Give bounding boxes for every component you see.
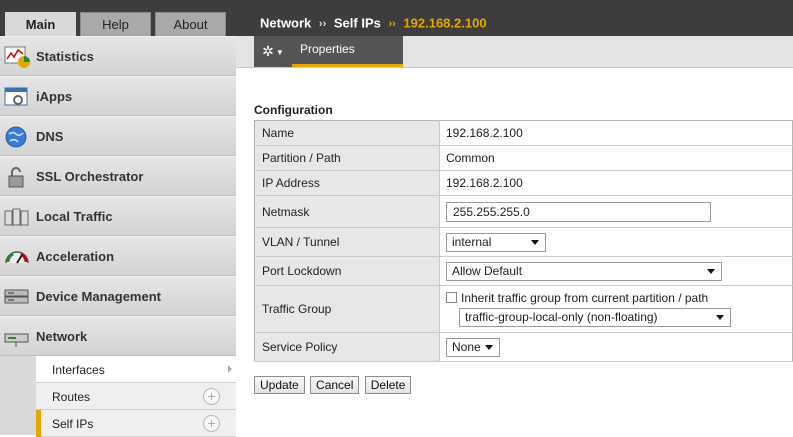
device-icon xyxy=(4,285,30,309)
page-toolbar: ✲ ▼ Properties xyxy=(236,36,793,68)
field-label: Service Policy xyxy=(254,332,440,362)
nav-item-dns[interactable]: DNS xyxy=(0,116,236,156)
row-vlan: VLAN / Tunnel internal xyxy=(254,227,793,257)
nav-label: Local Traffic xyxy=(36,209,113,224)
nav-label: SSL Orchestrator xyxy=(36,169,144,184)
sub-item-label: Self IPs xyxy=(52,417,94,431)
sub-item-self-ips[interactable]: Self IPs + xyxy=(36,410,236,437)
gear-icon: ✲ xyxy=(262,43,274,59)
field-value: Common xyxy=(439,145,793,171)
add-circle-icon[interactable]: + xyxy=(203,415,220,432)
nav-item-ssl-orchestrator[interactable]: SSL Orchestrator xyxy=(0,156,236,196)
field-value: 192.168.2.100 xyxy=(439,120,793,146)
vlan-select-value: internal xyxy=(452,234,492,249)
row-port-lockdown: Port Lockdown Allow Default xyxy=(254,256,793,286)
service-policy-cell: None xyxy=(439,332,793,362)
sub-item-interfaces[interactable]: Interfaces xyxy=(36,356,236,383)
section-title: Configuration xyxy=(254,103,333,117)
field-label: IP Address xyxy=(254,170,440,196)
statistics-chart-icon xyxy=(4,45,30,69)
nav-item-iapps[interactable]: iApps xyxy=(0,76,236,116)
cancel-button[interactable]: Cancel xyxy=(310,376,360,394)
field-label: Netmask xyxy=(254,195,440,228)
row-service-policy: Service Policy None xyxy=(254,332,793,362)
add-circle-icon[interactable]: + xyxy=(203,388,220,405)
nav-label: DNS xyxy=(36,129,64,144)
breadcrumb-self-ips[interactable]: Self IPs xyxy=(334,16,381,31)
nav-label: Acceleration xyxy=(36,249,115,264)
nav-item-acceleration[interactable]: Acceleration xyxy=(0,236,236,276)
traffic-group-value: traffic-group-local-only (non-floating) xyxy=(465,310,658,324)
padlock-icon xyxy=(4,165,30,189)
breadcrumb: Network ›› Self IPs ›› 192.168.2.100 xyxy=(236,0,793,36)
dropdown-arrow-icon xyxy=(716,315,724,320)
dropdown-arrow-icon xyxy=(485,344,493,350)
row-ip-address: IP Address 192.168.2.100 xyxy=(254,170,793,196)
network-switch-icon xyxy=(4,325,30,349)
row-name: Name 192.168.2.100 xyxy=(254,120,793,146)
left-navigation-panel: Main Help About Statistics iApps DNS SSL… xyxy=(0,0,236,437)
tab-about[interactable]: About xyxy=(155,12,226,36)
service-policy-select[interactable]: None xyxy=(446,337,500,357)
row-netmask: Netmask 255.255.255.0 xyxy=(254,195,793,228)
vlan-select[interactable]: internal xyxy=(446,232,546,252)
breadcrumb-network[interactable]: Network xyxy=(260,16,311,31)
row-traffic-group: Traffic Group Inherit traffic group from… xyxy=(254,285,793,333)
chevron-right-icon xyxy=(228,365,232,373)
port-lockdown-value: Allow Default xyxy=(452,263,523,278)
port-lockdown-select[interactable]: Allow Default xyxy=(446,261,722,281)
traffic-group-cell: Inherit traffic group from current parti… xyxy=(439,285,793,333)
iapps-icon xyxy=(4,85,30,109)
nav-label: Device Management xyxy=(36,289,161,304)
sub-item-routes[interactable]: Routes + xyxy=(36,383,236,410)
port-lockdown-cell: Allow Default xyxy=(439,256,793,286)
chevron-down-icon: ▼ xyxy=(275,47,284,57)
netmask-cell: 255.255.255.0 xyxy=(439,195,793,228)
breadcrumb-separator: ›› xyxy=(318,17,327,30)
delete-button[interactable]: Delete xyxy=(364,376,412,394)
dropdown-arrow-icon xyxy=(531,239,539,245)
field-label: Name xyxy=(254,120,440,146)
dropdown-arrow-icon xyxy=(707,268,715,274)
nav-label: Network xyxy=(36,329,88,344)
inherit-row: Inherit traffic group from current parti… xyxy=(446,291,792,305)
field-label: VLAN / Tunnel xyxy=(254,227,440,257)
inherit-checkbox[interactable] xyxy=(446,292,457,303)
selected-indicator xyxy=(36,410,41,437)
tab-main[interactable]: Main xyxy=(5,12,76,36)
top-tabs: Main Help About xyxy=(0,0,236,36)
service-policy-value: None xyxy=(452,339,481,354)
update-button[interactable]: Update xyxy=(254,376,305,394)
field-value: 192.168.2.100 xyxy=(439,170,793,196)
tab-help[interactable]: Help xyxy=(80,12,151,36)
field-label: Port Lockdown xyxy=(254,256,440,286)
nav-label: Statistics xyxy=(36,49,94,64)
tab-properties[interactable]: Properties xyxy=(292,36,403,67)
row-partition: Partition / Path Common xyxy=(254,145,793,171)
configuration-table: Name 192.168.2.100 Partition / Path Comm… xyxy=(254,120,793,362)
breadcrumb-current: 192.168.2.100 xyxy=(403,15,487,31)
traffic-group-select[interactable]: traffic-group-local-only (non-floating) xyxy=(459,308,731,327)
netmask-input[interactable]: 255.255.255.0 xyxy=(446,201,711,222)
main-content: Configuration Name 192.168.2.100 Partiti… xyxy=(236,68,793,435)
speedometer-icon xyxy=(4,245,30,269)
action-buttons: Update Cancel Delete xyxy=(254,376,413,394)
breadcrumb-separator: ›› xyxy=(388,17,396,30)
nav-item-statistics[interactable]: Statistics xyxy=(0,36,236,76)
nav-label: iApps xyxy=(36,89,73,104)
field-label: Traffic Group xyxy=(254,285,440,333)
servers-icon xyxy=(4,205,30,229)
vlan-cell: internal xyxy=(439,227,793,257)
nav-item-device-management[interactable]: Device Management xyxy=(0,276,236,316)
globe-icon xyxy=(4,125,30,149)
sub-item-label: Interfaces xyxy=(52,363,105,377)
field-label: Partition / Path xyxy=(254,145,440,171)
sub-item-label: Routes xyxy=(52,390,91,404)
nav-item-local-traffic[interactable]: Local Traffic xyxy=(0,196,236,236)
gear-menu-button[interactable]: ✲ ▼ xyxy=(254,36,292,67)
inherit-label: Inherit traffic group from current parti… xyxy=(461,291,709,305)
nav-item-network[interactable]: Network xyxy=(0,316,236,356)
